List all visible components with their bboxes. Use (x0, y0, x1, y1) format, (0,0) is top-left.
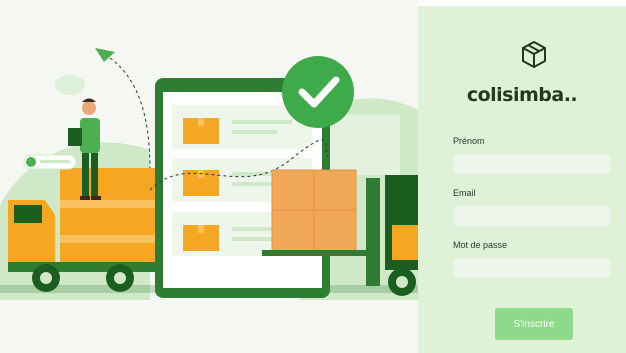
password-label: Mot de passe (453, 240, 508, 250)
worker-leg (91, 153, 98, 198)
first-name-label: Prénom (453, 136, 485, 146)
truck-stripe (60, 200, 155, 208)
truck-window (14, 205, 42, 223)
forklift-fork (262, 250, 380, 256)
brand-logo-text: colisimba.. (466, 84, 578, 106)
worker-leg (82, 153, 89, 198)
logistics-scene (0, 48, 418, 300)
first-name-input[interactable] (454, 154, 610, 174)
forklift-mast (366, 178, 380, 286)
worker-head (82, 101, 96, 115)
signup-panel: colisimba.. Prénom Email Mot de passe S'… (418, 6, 626, 353)
forklift-seat (392, 225, 418, 260)
check-icon (26, 157, 36, 167)
truck-cargo (60, 168, 155, 268)
password-input[interactable] (454, 258, 610, 278)
delivery-illustration (0, 0, 418, 353)
email-input[interactable] (454, 206, 610, 226)
signup-button[interactable]: S'inscrire (495, 308, 573, 340)
speech-bubble (55, 75, 85, 95)
clipboard-icon (68, 128, 82, 146)
email-label: Email (453, 188, 476, 198)
truck-stripe-2 (60, 235, 155, 243)
warehouse-shape (330, 115, 400, 175)
package-box-icon (522, 41, 546, 68)
truck-chassis (8, 262, 158, 272)
success-check-badge (282, 56, 354, 128)
worker-body (80, 118, 100, 153)
